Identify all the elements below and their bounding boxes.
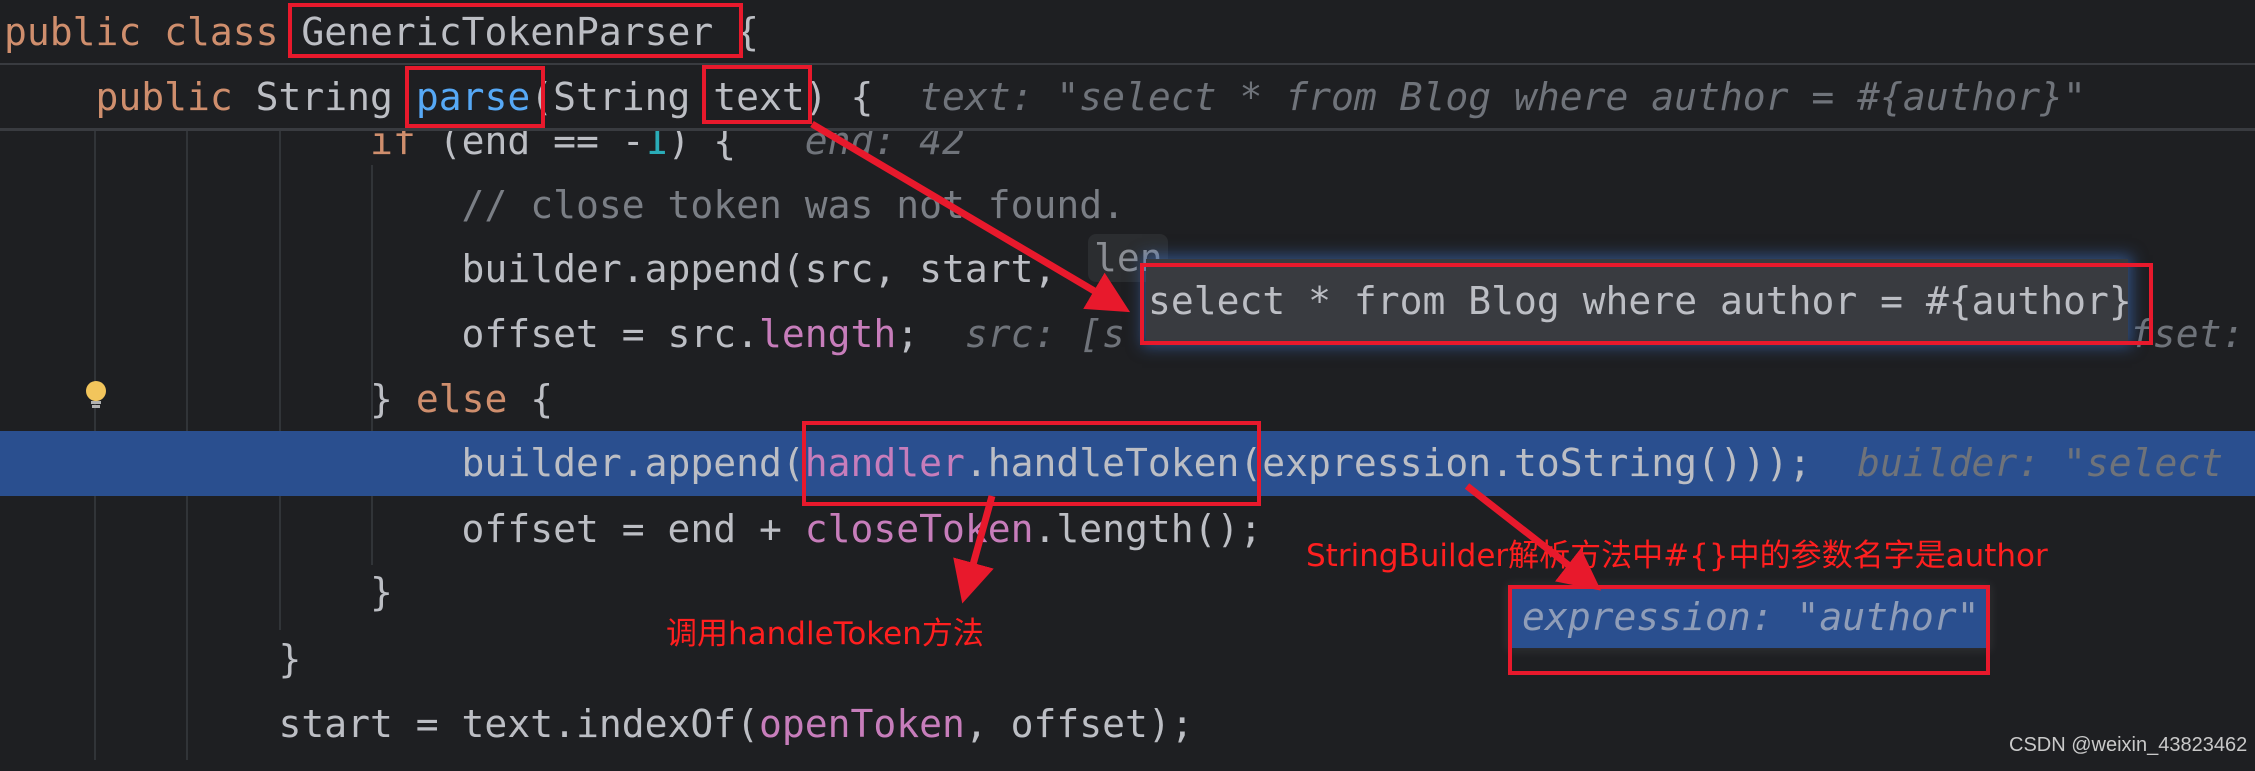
code-token: public class: [4, 10, 302, 54]
highlight-box-popup: [1140, 263, 2153, 345]
lightbulb-icon[interactable]: [84, 380, 108, 410]
sticky-header-method: public String parse(String text) { text:…: [0, 65, 2255, 131]
highlight-box-expression: [1508, 585, 1990, 675]
code-line: // close token was not found.: [4, 173, 1125, 238]
code-token: , offset);: [964, 702, 1194, 746]
highlight-box-handle-token: [802, 421, 1261, 506]
code-token: openToken: [758, 702, 965, 746]
code-token: }: [4, 377, 416, 421]
code-token: public: [4, 75, 256, 119]
highlight-box-class-name: [288, 3, 743, 58]
code-token: builder.append(: [4, 441, 805, 485]
code-token: closeToken: [804, 507, 1034, 551]
code-token: {: [507, 377, 554, 421]
code-line: start = text.indexOf(openToken, offset);: [4, 692, 1194, 757]
code-line: builder.append(src, start,: [4, 237, 1079, 302]
code-token: start = text.indexOf(: [4, 702, 759, 746]
code-line: public String parse(String text) { text:…: [4, 65, 2086, 130]
code-line: offset = src.length; src: [s: [4, 302, 1126, 367]
code-token: else: [415, 377, 508, 421]
code-token: }: [4, 570, 393, 614]
code-token: offset = src.: [4, 312, 759, 356]
code-token: offset = end +: [4, 507, 805, 551]
code-token: .length();: [1033, 507, 1263, 551]
inline-debug-hint: src: [s: [919, 312, 1126, 356]
highlight-box-text: [702, 65, 812, 124]
annotation-call-handle-token: 调用handleToken方法: [666, 616, 984, 652]
code-token: }: [4, 637, 302, 681]
code-token: String: [255, 75, 416, 119]
code-token: length: [758, 312, 897, 356]
code-token: builder.append(src, start,: [4, 247, 1080, 291]
code-line: }: [4, 627, 302, 692]
highlight-box-parse: [405, 66, 545, 128]
watermark: CSDN @weixin_43823462: [2009, 734, 2248, 756]
annotation-param-name: StringBuilder解析方法中#{}中的参数名字是author: [1306, 538, 2048, 574]
code-line: offset = end + closeToken.length();: [4, 497, 1263, 562]
code-token: // close token was not found.: [4, 183, 1126, 227]
inline-debug-hint: builder: "select: [1811, 441, 2224, 485]
code-line: }: [4, 560, 393, 625]
inline-debug-hint: text: "select * from Blog where author =…: [873, 75, 2086, 119]
code-token: ;: [896, 312, 920, 356]
